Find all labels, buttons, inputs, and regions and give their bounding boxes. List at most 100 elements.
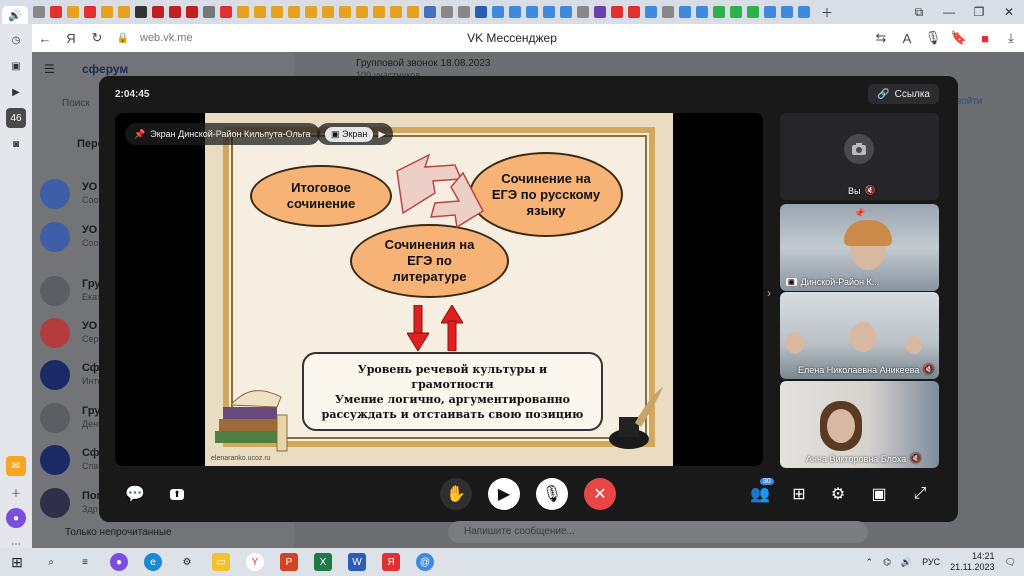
pip-button[interactable]: ▣	[867, 482, 891, 506]
screen-tag-pill[interactable]: ▣ Экран	[325, 126, 374, 142]
tab-icon[interactable]	[304, 6, 317, 18]
tab-icon[interactable]	[729, 6, 742, 18]
yandex-icon[interactable]: Я	[58, 31, 84, 46]
tab-icon[interactable]	[644, 6, 657, 18]
tab-icon[interactable]	[287, 6, 300, 18]
widgets-icon[interactable]: ≡	[76, 553, 94, 571]
edge-icon[interactable]: e	[144, 553, 162, 571]
search-icon[interactable]: ⌕	[42, 553, 60, 571]
tab-icon[interactable]	[746, 6, 759, 18]
reload-icon[interactable]: ↻	[84, 30, 110, 46]
tab-icon[interactable]	[372, 6, 385, 18]
history-icon[interactable]: ◷	[6, 30, 26, 50]
language-indicator[interactable]: РУС	[922, 557, 940, 567]
tab-icon[interactable]	[542, 6, 555, 18]
translate-icon[interactable]: A	[894, 31, 920, 46]
tab-icon[interactable]	[219, 6, 232, 18]
tab-icon[interactable]	[457, 6, 470, 18]
new-tab-icon[interactable]: ＋	[812, 4, 842, 21]
share-screen-button[interactable]: ⬆	[165, 482, 189, 506]
alice-icon[interactable]: ●	[6, 508, 26, 528]
tab-icon[interactable]	[627, 6, 640, 18]
unread-only-toggle[interactable]: Только непрочитанные	[65, 527, 172, 538]
tab-icon[interactable]	[134, 6, 147, 18]
minimize-icon[interactable]: —	[934, 5, 964, 19]
tab-icon[interactable]	[712, 6, 725, 18]
volume-icon[interactable]: 🔊	[901, 557, 912, 568]
tab-icon[interactable]	[474, 6, 487, 18]
excel-icon[interactable]: X	[314, 553, 332, 571]
close-window-icon[interactable]: ✕	[994, 5, 1024, 19]
tab-icon[interactable]	[83, 6, 96, 18]
screen-share-stage[interactable]: Итоговое сочинение Сочинение на ЕГЭ по р…	[115, 113, 763, 466]
grid-layout-button[interactable]: ⊞	[787, 482, 811, 506]
alice-taskbar-icon[interactable]: ●	[110, 553, 128, 571]
tab-icon[interactable]	[525, 6, 538, 18]
tab-icon[interactable]	[508, 6, 521, 18]
tab-icon[interactable]	[168, 6, 181, 18]
restore-icon[interactable]: ❐	[964, 5, 994, 19]
play-icon[interactable]: ▶	[6, 82, 26, 102]
tile-you[interactable]: Вы 🔇	[780, 113, 939, 200]
notifications-icon[interactable]: 🗨	[1005, 557, 1016, 568]
tab-icon[interactable]	[661, 6, 674, 18]
tab-icon[interactable]	[678, 6, 691, 18]
menu-icon[interactable]: ☰	[44, 62, 55, 76]
settings-taskbar-icon[interactable]: ⚙	[178, 553, 196, 571]
counter-badge[interactable]: 46	[6, 108, 26, 128]
mic-icon[interactable]: 🎙	[920, 30, 946, 46]
yandex-icon[interactable]: Я	[382, 553, 400, 571]
clock[interactable]: 14:21 21.11.2023	[950, 551, 994, 573]
tab-icon[interactable]	[780, 6, 793, 18]
camera-icon[interactable]: ◙	[6, 134, 26, 154]
raise-hand-button[interactable]: ✋	[440, 478, 472, 510]
tab-icon[interactable]	[559, 6, 572, 18]
tab-icon[interactable]	[610, 6, 623, 18]
tab-icon[interactable]	[49, 6, 62, 18]
mail-icon[interactable]: ✉	[6, 456, 26, 476]
tab-icon[interactable]	[423, 6, 436, 18]
tab-icon[interactable]	[32, 6, 45, 18]
network-icon[interactable]: ⌬	[883, 557, 891, 568]
tile-participant-1[interactable]: 📌 ▣ Динской-Район К...	[780, 204, 939, 291]
tab-icon[interactable]	[797, 6, 810, 18]
join-button[interactable]: войти	[956, 96, 983, 107]
end-call-button[interactable]: ✕	[584, 478, 616, 510]
tab-icon[interactable]	[695, 6, 708, 18]
yandex-browser-icon[interactable]: Y	[246, 553, 264, 571]
tab-icon[interactable]	[389, 6, 402, 18]
tab-icon[interactable]	[236, 6, 249, 18]
tab-icon[interactable]	[763, 6, 776, 18]
camera-toggle-button[interactable]: ▶	[488, 478, 520, 510]
fullscreen-button[interactable]: ⤢	[908, 482, 932, 506]
tab-icon[interactable]	[440, 6, 453, 18]
active-tab[interactable]: 🔊	[2, 6, 28, 24]
tab-icon[interactable]	[151, 6, 164, 18]
explorer-icon[interactable]: ▭	[212, 553, 230, 571]
powerpoint-icon[interactable]: P	[280, 553, 298, 571]
tab-icon[interactable]	[253, 6, 266, 18]
tab-icon[interactable]	[593, 6, 606, 18]
tab-icon[interactable]	[576, 6, 589, 18]
tile-participant-3[interactable]: Анна Викторовна Блоха 🔇	[780, 381, 939, 468]
chat-button[interactable]: 💬	[123, 482, 147, 506]
start-icon[interactable]: ⊞	[8, 553, 26, 571]
link-button[interactable]: 🔗 Ссылка	[868, 84, 939, 104]
tab-icon[interactable]	[355, 6, 368, 18]
tabs-icon[interactable]: ⧉	[904, 5, 934, 20]
mic-toggle-button[interactable]: 🎙	[536, 478, 568, 510]
collapse-tiles-icon[interactable]: ›	[767, 286, 771, 300]
download-icon[interactable]: ⤓	[998, 30, 1024, 46]
tab-icon[interactable]	[202, 6, 215, 18]
tab-icon[interactable]	[117, 6, 130, 18]
pin-icon[interactable]: 📌	[134, 129, 145, 140]
tab-icon[interactable]	[491, 6, 504, 18]
url-field[interactable]: web.vk.me	[140, 32, 193, 44]
settings-button[interactable]: ⚙	[826, 482, 850, 506]
back-icon[interactable]: ←	[32, 31, 58, 46]
tab-icon[interactable]	[270, 6, 283, 18]
participants-button[interactable]: 👥 30	[748, 478, 774, 506]
search-input[interactable]: Поиск	[62, 98, 90, 109]
add-panel-icon[interactable]: ＋	[6, 482, 26, 502]
word-icon[interactable]: W	[348, 553, 366, 571]
